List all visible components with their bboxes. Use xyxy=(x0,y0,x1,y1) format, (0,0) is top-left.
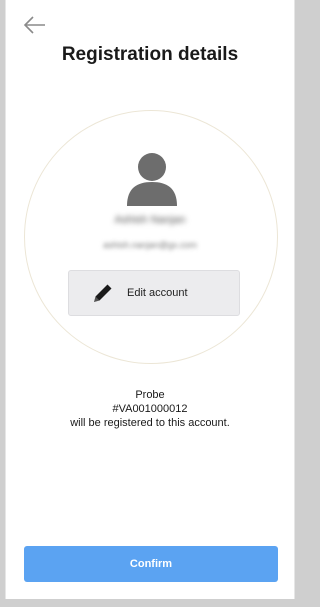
probe-info: Probe #VA001000012 will be registered to… xyxy=(6,388,294,430)
registration-screen: Registration details Ashish Nanjan ashis… xyxy=(5,0,295,599)
edit-account-label: Edit account xyxy=(127,287,188,299)
confirm-button[interactable]: Confirm xyxy=(24,546,278,582)
pencil-icon xyxy=(91,281,115,305)
probe-id: #VA001000012 xyxy=(112,403,188,415)
back-arrow-icon[interactable] xyxy=(22,12,48,38)
person-icon xyxy=(125,152,179,206)
page-title: Registration details xyxy=(61,44,239,65)
account-name: Ashish Nanjan xyxy=(114,214,186,226)
probe-message: will be registered to this account. xyxy=(70,417,230,429)
edit-account-button[interactable]: Edit account xyxy=(68,270,240,316)
account-circle xyxy=(24,110,278,364)
probe-label: Probe xyxy=(135,389,165,401)
account-email: ashish.nanjan@gx.com xyxy=(103,240,197,250)
